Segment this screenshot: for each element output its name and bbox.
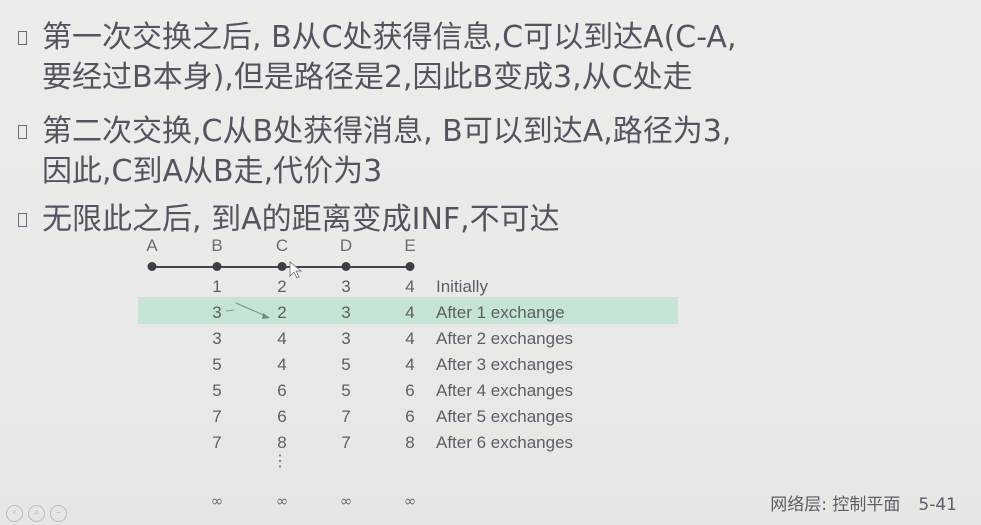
slide: 第一次交换之后, B从C处获得信息,C可以到达A(C-A, 要经过B本身),但是… — [0, 0, 981, 525]
distance-value: 8 — [277, 433, 287, 452]
page-number: 5-41 — [918, 495, 957, 515]
distance-value: 5 — [341, 381, 351, 400]
infinity-value: ∞ — [339, 492, 353, 510]
distance-value: 2 — [277, 303, 287, 322]
distance-value: 6 — [405, 407, 415, 426]
menu-icon[interactable]: – — [50, 505, 67, 522]
node-dot-b — [212, 262, 222, 271]
infinity-value: ∞ — [210, 492, 224, 510]
row-label: After 5 exchanges — [436, 407, 574, 426]
distance-value: 4 — [405, 355, 415, 374]
table-row: 5 4 5 4 After 3 exchanges — [0, 352, 981, 378]
distance-value: 3 — [341, 277, 351, 296]
slide-footer: 网络层: 控制平面 5-41 — [770, 490, 957, 515]
node-dot-a — [147, 262, 157, 271]
playback-controls[interactable]: ‹ ⌕ – — [6, 502, 96, 524]
node-label-d: D — [339, 236, 353, 255]
distance-value: 5 — [341, 355, 351, 374]
table-row: 7 6 7 6 After 5 exchanges — [0, 404, 981, 430]
distance-value: 6 — [277, 407, 287, 426]
distance-value: 3 — [212, 329, 222, 348]
node-label-b: B — [211, 236, 223, 255]
distance-value: 3 — [341, 329, 351, 348]
distance-value: 7 — [212, 433, 222, 452]
table-row: 3 2 3 4 After 1 exchange — [0, 300, 981, 326]
infinity-value: ∞ — [275, 492, 289, 510]
distance-value: 6 — [277, 381, 287, 400]
node-label-a: A — [146, 236, 158, 255]
count-to-infinity-diagram: A B C D E 1 2 3 4 Initially 3 2 3 4 After 1 excha… — [0, 0, 981, 525]
distance-value: 4 — [405, 329, 415, 348]
distance-value: 6 — [405, 381, 415, 400]
row-label: After 3 exchanges — [436, 355, 574, 374]
row-label: After 4 exchanges — [436, 381, 574, 400]
distance-value: 8 — [405, 433, 415, 452]
row-label: After 2 exchanges — [436, 329, 574, 348]
table-row: 1 2 3 4 Initially — [0, 274, 981, 300]
distance-value: 4 — [277, 329, 287, 348]
distance-value: 3 — [212, 303, 222, 322]
distance-value: 7 — [212, 407, 222, 426]
vertical-ellipsis: ⋮ — [272, 453, 288, 470]
distance-value: 3 — [341, 303, 351, 322]
row-label: Initially — [436, 277, 488, 296]
zoom-icon[interactable]: ⌕ — [28, 505, 45, 522]
distance-value: 4 — [277, 355, 287, 374]
distance-value: 5 — [212, 381, 222, 400]
distance-value: 4 — [405, 303, 415, 322]
footer-title: 网络层: 控制平面 — [770, 495, 901, 515]
distance-value: 7 — [341, 407, 351, 426]
node-dot-e — [405, 262, 415, 271]
table-row: 3 4 3 4 After 2 exchanges — [0, 326, 981, 352]
table-row: 5 6 5 6 After 4 exchanges — [0, 378, 981, 404]
distance-value: 2 — [277, 277, 287, 296]
node-dot-d — [341, 262, 351, 271]
row-label: After 6 exchanges — [436, 433, 574, 452]
distance-value: 7 — [341, 433, 351, 452]
node-label-c: C — [275, 236, 289, 255]
distance-value: 4 — [405, 277, 415, 296]
distance-value: 1 — [212, 277, 222, 296]
node-dot-c — [277, 262, 287, 271]
row-label: After 1 exchange — [436, 303, 565, 322]
table-row: 7 8 7 8 After 6 exchanges — [0, 430, 981, 456]
infinity-value: ∞ — [403, 492, 417, 510]
distance-value: 5 — [212, 355, 222, 374]
node-label-e: E — [404, 236, 416, 255]
previous-icon[interactable]: ‹ — [6, 505, 23, 522]
